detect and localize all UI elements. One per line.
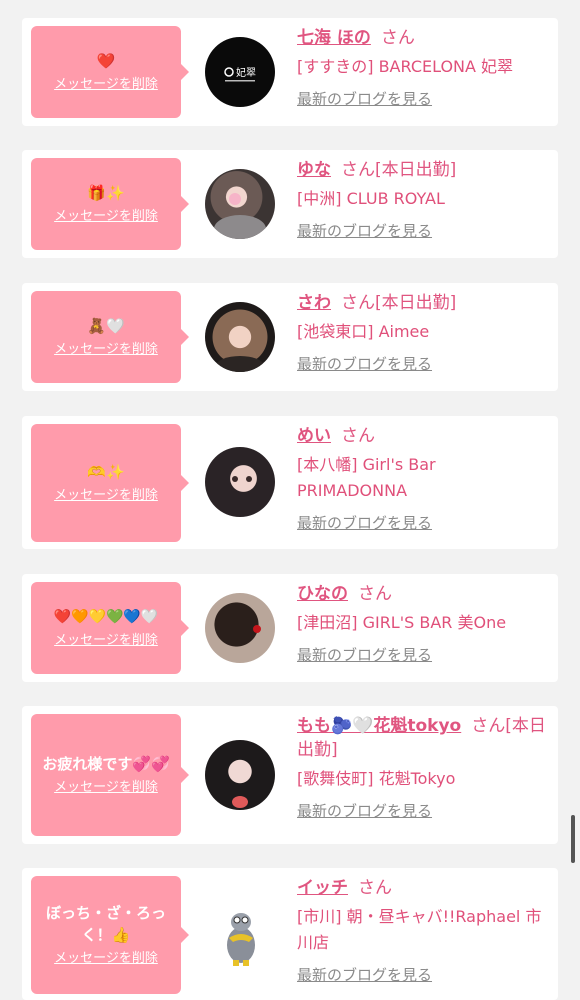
entry-info: めい さん [本八幡] Girl's Bar PRIMADONNA 最新のブログを… [297, 424, 547, 534]
entry-info: イッチ さん [市川] 朝・昼キャバ!!Raphael 市川店 最新のブログを見る [297, 876, 547, 986]
list-item: ぼっち・ざ・ろっく！👍 メッセージを削除 イッチ さん [市川] 朝・昼キャバ!!… [22, 868, 558, 1000]
delete-message-link[interactable]: メッセージを削除 [54, 487, 158, 505]
honorific: さん [358, 878, 392, 898]
message-bubble: 🫶✨ メッセージを削除 [31, 424, 189, 542]
character-icon [227, 913, 255, 966]
avatar-photo-icon [216, 356, 264, 372]
girl-name-link[interactable]: めい [297, 426, 331, 446]
entry-info: ゆな さん[本日出勤] [中洲] CLUB ROYAL 最新のブログを見る [297, 158, 547, 242]
latest-blog-link[interactable]: 最新のブログを見る [297, 644, 547, 666]
girl-name-link[interactable]: もも🫐🤍花魁tokyo [297, 716, 461, 736]
list-item: ❤️ メッセージを削除 妃翠 七海 ほの さん [すすきの] BARCELONA … [22, 18, 558, 126]
delete-message-link[interactable]: メッセージを削除 [54, 341, 158, 359]
girl-name-link[interactable]: さわ [297, 293, 331, 313]
girl-name-link[interactable]: 七海 ほの [297, 28, 371, 48]
attendance-label: [本日出勤] [375, 160, 457, 180]
shop-name: [池袋東口] Aimee [297, 322, 430, 341]
latest-blog-link[interactable]: 最新のブログを見る [297, 964, 547, 986]
honorific: さん [358, 584, 392, 604]
list-item: 🫶✨ メッセージを削除 めい さん [本八幡] Girl's Bar PRIMAD… [22, 416, 558, 549]
avatar-photo-icon [214, 193, 266, 239]
scrollbar[interactable] [571, 815, 575, 863]
shop-name: [市川] 朝・昼キャバ!!Raphael 市川店 [297, 907, 542, 952]
latest-blog-link[interactable]: 最新のブログを見る [297, 220, 547, 242]
message-text: 🧸🤍 [87, 317, 125, 335]
girl-name-link[interactable]: ゆな [297, 160, 331, 180]
attendance-label: [本日出勤] [375, 293, 457, 313]
message-bubble: 🧸🤍 メッセージを削除 [31, 291, 189, 383]
list-item: お疲れ様です💞💞 メッセージを削除 もも🫐🤍花魁tokyo さん[本日出勤] [歌… [22, 706, 558, 844]
entry-info: 七海 ほの さん [すすきの] BARCELONA 妃翠 最新のブログを見る [297, 26, 547, 110]
list-item: 🧸🤍 メッセージを削除 さわ さん[本日出勤] [池袋東口] Aimee 最新のブ… [22, 283, 558, 391]
avatar[interactable] [205, 900, 275, 970]
honorific: さん [471, 716, 506, 736]
shop-name: [津田沼] GIRL'S BAR 美One [297, 613, 507, 632]
honorific: さん [341, 426, 375, 446]
list-item: ❤️🧡💛💚💙🤍 メッセージを削除 ひなの さん [津田沼] GIRL'S BAR … [22, 574, 558, 682]
avatar[interactable] [205, 740, 275, 810]
message-text: ❤️🧡💛💚💙🤍 [53, 609, 159, 625]
latest-blog-link[interactable]: 最新のブログを見る [297, 353, 547, 375]
shop-name: [中洲] CLUB ROYAL [297, 189, 445, 208]
entry-info: ひなの さん [津田沼] GIRL'S BAR 美One 最新のブログを見る [297, 582, 547, 666]
message-bubble: お疲れ様です💞💞 メッセージを削除 [31, 714, 189, 836]
delete-message-link[interactable]: メッセージを削除 [54, 950, 158, 968]
list-item: 🎁✨ メッセージを削除 ゆな さん[本日出勤] [中洲] CLUB ROYAL 最… [22, 150, 558, 258]
avatar[interactable] [205, 302, 275, 372]
honorific: さん [380, 28, 415, 48]
message-text: 🫶✨ [87, 463, 125, 481]
entry-info: もも🫐🤍花魁tokyo さん[本日出勤] [歌舞伎町] 花魁Tokyo 最新のブロ… [297, 714, 547, 822]
latest-blog-link[interactable]: 最新のブログを見る [297, 88, 547, 110]
avatar-photo-icon [232, 796, 248, 808]
avatar[interactable] [205, 169, 275, 239]
avatar[interactable]: 妃翠 [205, 37, 275, 107]
avatar-photo-icon [253, 625, 261, 633]
delete-message-link[interactable]: メッセージを削除 [54, 76, 158, 94]
avatar[interactable] [205, 447, 275, 517]
delete-message-link[interactable]: メッセージを削除 [54, 632, 158, 650]
honorific: さん [341, 160, 375, 180]
delete-message-link[interactable]: メッセージを削除 [54, 779, 158, 797]
message-bubble: ❤️🧡💛💚💙🤍 メッセージを削除 [31, 582, 189, 674]
message-text: お疲れ様です💞💞 [42, 755, 170, 773]
message-text: 🎁✨ [87, 184, 125, 202]
shop-name: [すすきの] BARCELONA 妃翠 [297, 57, 514, 76]
shop-logo-icon: 妃翠 [224, 67, 256, 82]
shop-name: [歌舞伎町] 花魁Tokyo [297, 769, 456, 788]
message-bubble: ぼっち・ざ・ろっく！👍 メッセージを削除 [31, 876, 189, 994]
girl-name-link[interactable]: ひなの [297, 584, 348, 604]
entry-info: さわ さん[本日出勤] [池袋東口] Aimee 最新のブログを見る [297, 291, 547, 375]
avatar-photo-icon [232, 476, 252, 482]
avatar[interactable] [205, 593, 275, 663]
shop-name: [本八幡] Girl's Bar PRIMADONNA [297, 455, 436, 500]
delete-message-link[interactable]: メッセージを削除 [54, 208, 158, 226]
message-bubble: ❤️ メッセージを削除 [31, 26, 189, 118]
latest-blog-link[interactable]: 最新のブログを見る [297, 512, 547, 534]
girl-name-link[interactable]: イッチ [297, 878, 348, 898]
honorific: さん [341, 293, 375, 313]
message-text: ぼっち・ざ・ろっく！👍 [45, 904, 166, 944]
latest-blog-link[interactable]: 最新のブログを見る [297, 800, 547, 822]
avatar-logo-text: 妃翠 [236, 67, 256, 79]
message-bubble: 🎁✨ メッセージを削除 [31, 158, 189, 250]
message-text: ❤️ [96, 52, 116, 70]
